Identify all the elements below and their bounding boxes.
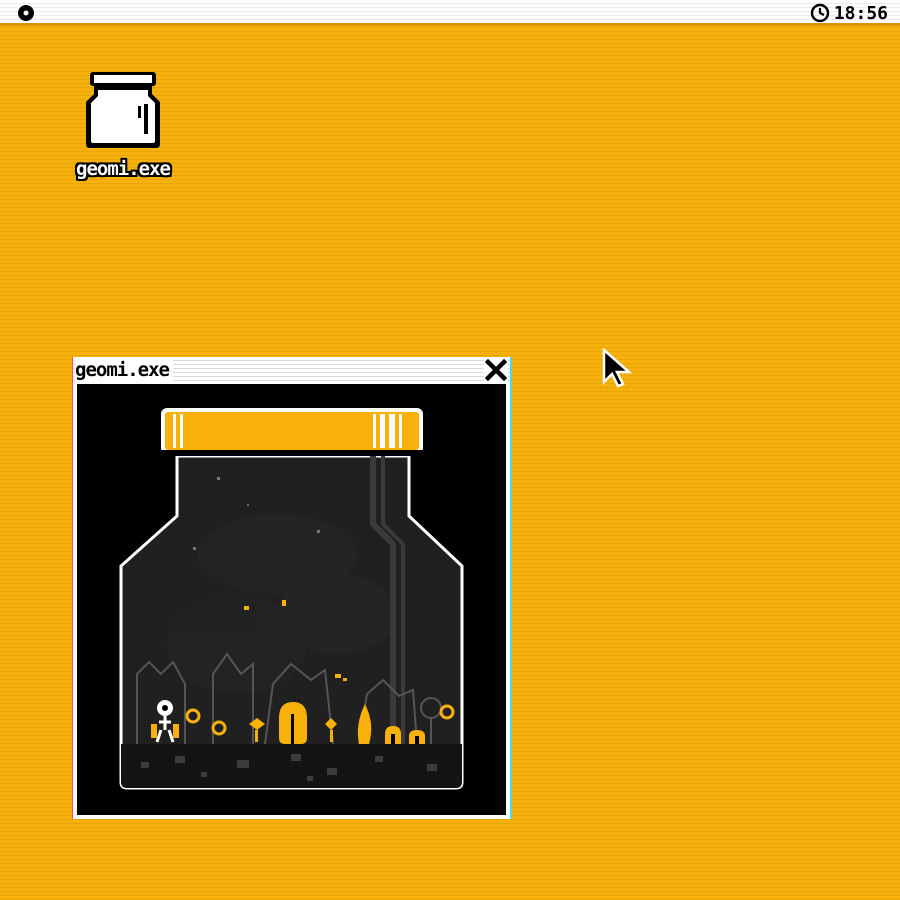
geomi-window: geomi.exe [73, 357, 510, 819]
jar-icon [86, 72, 160, 148]
window-titlebar[interactable]: geomi.exe [73, 357, 510, 383]
arrow-cursor-icon [602, 348, 633, 388]
jar-lid [161, 408, 423, 456]
desktop-icon-label: geomi.exe [76, 158, 171, 180]
terrarium-jar-scene [119, 408, 464, 790]
circle-logo-icon[interactable] [17, 4, 35, 22]
clock-icon [810, 3, 830, 23]
game-canvas[interactable] [77, 384, 506, 815]
clock[interactable]: 18:56 [810, 2, 888, 24]
window-title: geomi.exe [75, 358, 173, 382]
close-icon [484, 358, 508, 382]
close-button[interactable] [484, 358, 508, 382]
menu-bar: 18:56 [0, 0, 900, 26]
desktop-icon-geomi[interactable]: geomi.exe [58, 70, 188, 190]
clock-time: 18:56 [833, 2, 888, 24]
